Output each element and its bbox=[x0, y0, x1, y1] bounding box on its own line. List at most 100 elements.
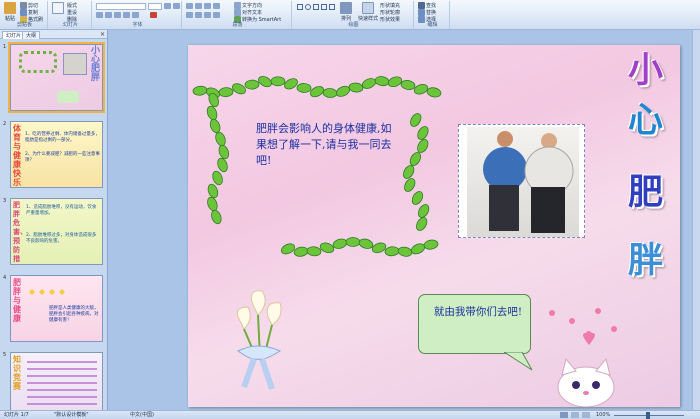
binoculars-icon bbox=[418, 2, 425, 9]
new-slide-icon bbox=[52, 2, 64, 14]
decrease-indent-icon[interactable] bbox=[204, 3, 211, 9]
text-direction-button[interactable]: 文字方向 bbox=[234, 2, 262, 9]
slide-thumbnail-5[interactable]: 知识竞赛 bbox=[10, 352, 103, 410]
bullets-icon[interactable] bbox=[186, 3, 193, 9]
replace-button[interactable]: 替换 bbox=[418, 9, 436, 16]
strikethrough-icon[interactable] bbox=[123, 12, 130, 18]
vertical-scrollbar[interactable] bbox=[692, 30, 700, 410]
thumb-line: 2、为什么要减肥？减肥的一些注意事项？ bbox=[25, 152, 100, 163]
shape-fill-button[interactable]: 形状填充 bbox=[380, 2, 400, 9]
align-center-icon[interactable] bbox=[195, 12, 202, 18]
photo-content bbox=[467, 127, 579, 237]
vine-leaf bbox=[244, 79, 260, 90]
thumb-list bbox=[27, 361, 97, 410]
vine-leaf bbox=[293, 246, 309, 257]
title-char-1: 小 bbox=[628, 50, 664, 91]
increase-indent-icon[interactable] bbox=[213, 3, 220, 9]
justify-icon[interactable] bbox=[213, 12, 220, 18]
slide-number: 2 bbox=[3, 121, 7, 127]
vine-leaf bbox=[280, 243, 296, 255]
font-color-icon[interactable] bbox=[150, 12, 157, 18]
thumb-title: 肥胖危害、预防措施 bbox=[13, 201, 27, 263]
vine-leaf bbox=[215, 131, 226, 147]
thumb-chicks bbox=[27, 286, 67, 298]
paste-button[interactable]: 粘贴 bbox=[4, 2, 16, 22]
slide-canvas: 肥胖会影响人的身体健康,如果想了解一下,请与我一同去吧! 就由我带你们去吧! 小… bbox=[108, 30, 700, 410]
underline-icon[interactable] bbox=[114, 12, 121, 18]
grow-font-icon[interactable] bbox=[164, 3, 171, 9]
vine-leaf bbox=[319, 242, 335, 254]
vine-leaf bbox=[413, 83, 429, 95]
triangle-shape-icon[interactable] bbox=[329, 4, 335, 10]
language-indicator: 中文(中国) bbox=[130, 412, 154, 418]
arrange-button[interactable]: 排列 bbox=[340, 2, 352, 22]
paste-icon bbox=[4, 2, 16, 14]
speech-bubble[interactable]: 就由我带你们去吧! bbox=[418, 294, 531, 354]
slide-thumbnail-2[interactable]: 体育与健康快乐 1、吃的营养过剩、体内储备过量多，脂肪是指过剩的一部分。 2、为… bbox=[10, 121, 103, 188]
numbering-icon[interactable] bbox=[195, 3, 202, 9]
slide-number: 4 bbox=[3, 275, 7, 281]
shape-gallery[interactable] bbox=[297, 4, 335, 10]
quick-styles-button[interactable]: 快速样式 bbox=[358, 2, 378, 22]
scissors-icon bbox=[20, 2, 27, 9]
photo-figures bbox=[483, 131, 574, 233]
font-size-combo[interactable] bbox=[148, 3, 162, 10]
vine-leaf bbox=[410, 243, 426, 255]
view-normal-icon[interactable] bbox=[560, 412, 568, 418]
vine-leaf bbox=[212, 170, 223, 186]
tab-outline[interactable]: 大纲 bbox=[22, 31, 41, 39]
vine-leaf bbox=[211, 209, 222, 225]
vine-leaf bbox=[397, 246, 413, 257]
italic-icon[interactable] bbox=[105, 12, 112, 18]
find-button[interactable]: 查找 bbox=[418, 2, 436, 9]
shrink-font-icon[interactable] bbox=[173, 3, 180, 9]
thumb-line: 2、脂肪堆积过多，对身体造成很多不良影响的危害。 bbox=[26, 233, 97, 244]
new-slide-button[interactable] bbox=[52, 2, 64, 14]
view-sorter-icon[interactable] bbox=[571, 412, 579, 418]
slide-thumbnail-1[interactable]: 小心肥胖 bbox=[8, 42, 105, 113]
arrow-shape-icon[interactable] bbox=[321, 4, 327, 10]
oval-shape-icon[interactable] bbox=[305, 4, 311, 10]
text-direction-icon bbox=[234, 2, 241, 9]
clipboard-group: 粘贴 剪切 复制 格式刷 剪贴板 bbox=[2, 1, 48, 29]
vine-leaf bbox=[409, 152, 422, 166]
line-shape-icon[interactable] bbox=[313, 4, 319, 10]
pane-tabs: 幻灯片 大纲 × bbox=[0, 30, 107, 39]
vine-leaf bbox=[400, 79, 416, 90]
layout-button[interactable]: 版式 bbox=[67, 2, 77, 9]
align-right-icon[interactable] bbox=[204, 12, 211, 18]
shadow-icon[interactable] bbox=[132, 12, 139, 18]
bold-icon[interactable] bbox=[96, 12, 103, 18]
slides-group: 版式 重设 删除 幻灯片 bbox=[50, 1, 92, 29]
vine-leaf bbox=[426, 87, 442, 98]
reset-button[interactable]: 重设 bbox=[67, 9, 77, 16]
view-slideshow-icon[interactable] bbox=[582, 412, 590, 418]
intro-textbox[interactable]: 肥胖会影响人的身体健康,如果想了解一下,请与我一同去吧! bbox=[256, 121, 394, 169]
slide-thumbnail-3[interactable]: 肥胖危害、预防措施 1、造成脂肪堆积，没有运动，饮食严重量增加。 2、脂肪堆积过… bbox=[10, 198, 103, 265]
thumb-line: 1、吃的营养过剩、体内储备过量多，脂肪是指过剩的一部分。 bbox=[25, 132, 100, 143]
title-char-3: 肥 bbox=[628, 172, 664, 213]
copy-button[interactable]: 复制 bbox=[20, 9, 38, 16]
vine-leaf bbox=[423, 239, 439, 250]
align-text-button[interactable]: 对齐文本 bbox=[234, 9, 262, 16]
vine-leaf bbox=[192, 85, 208, 96]
rectangle-shape-icon[interactable] bbox=[297, 4, 303, 10]
bubble-tail bbox=[504, 352, 533, 371]
vine-leaf bbox=[411, 191, 424, 205]
font-name-combo[interactable] bbox=[96, 3, 146, 10]
obese-men-photo[interactable] bbox=[458, 124, 585, 238]
align-left-icon[interactable] bbox=[186, 12, 193, 18]
vine-leaf bbox=[403, 165, 415, 179]
cut-button[interactable]: 剪切 bbox=[20, 2, 38, 9]
close-icon[interactable]: × bbox=[100, 31, 105, 38]
vine-leaf bbox=[206, 105, 218, 121]
vine-leaf bbox=[296, 83, 312, 93]
vine-leaf bbox=[218, 87, 234, 98]
slide-thumbnail-4[interactable]: 肥胖与健康 肥胖是人类健康的大敌，肥胖会引起各种疾病，对健康有害！ bbox=[10, 275, 103, 342]
copy-icon bbox=[20, 9, 27, 16]
vine-leaf bbox=[410, 113, 422, 127]
shape-outline-button[interactable]: 形状轮廓 bbox=[380, 9, 400, 16]
zoom-thumb[interactable] bbox=[646, 412, 650, 419]
slide-counter: 幻灯片 1/7 bbox=[4, 412, 29, 418]
slide[interactable]: 肥胖会影响人的身体健康,如果想了解一下,请与我一同去吧! 就由我带你们去吧! 小… bbox=[188, 45, 680, 407]
